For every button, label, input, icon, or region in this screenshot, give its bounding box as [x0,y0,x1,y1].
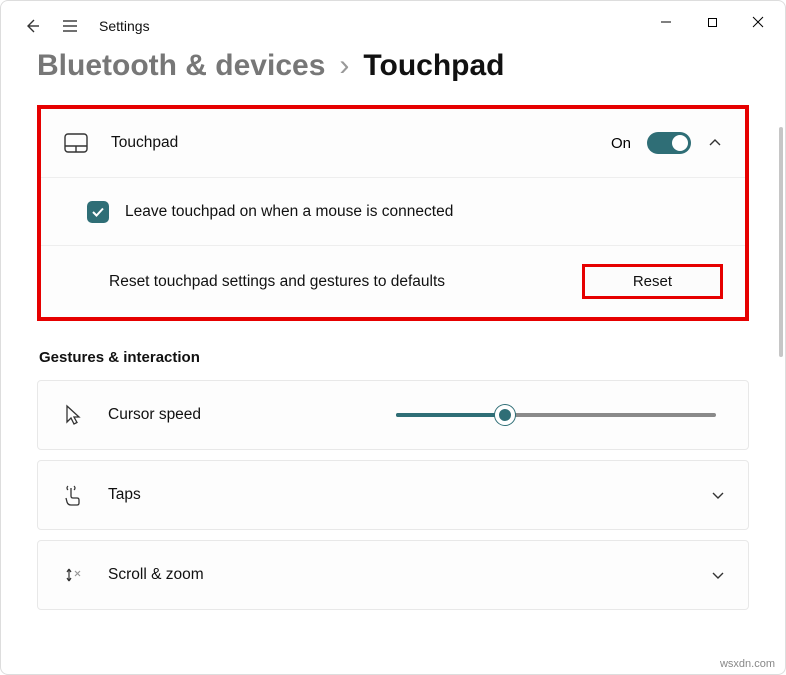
section-title-gestures: Gestures & interaction [39,349,749,366]
cursor-icon [60,404,86,426]
breadcrumb-parent[interactable]: Bluetooth & devices [37,49,325,83]
touchpad-panel-highlight: Touchpad On Leave touchpad on when a mou… [37,105,749,321]
touchpad-icon [63,133,89,153]
cursor-speed-slider[interactable] [396,413,716,417]
touchpad-label: Touchpad [111,134,589,152]
breadcrumb: Bluetooth & devices › Touchpad [1,49,785,95]
chevron-down-icon [710,567,726,583]
taps-label: Taps [108,486,688,504]
maximize-button[interactable] [689,6,735,38]
touchpad-toggle-row[interactable]: Touchpad On [41,109,745,177]
scroll-zoom-label: Scroll & zoom [108,566,688,584]
breadcrumb-current: Touchpad [363,49,504,83]
chevron-down-icon [710,487,726,503]
leave-touchpad-on-row[interactable]: Leave touchpad on when a mouse is connec… [41,177,745,245]
chevron-up-icon[interactable] [707,135,723,151]
leave-on-checkbox[interactable] [87,201,109,223]
cursor-speed-label: Cursor speed [108,406,374,424]
scrollbar[interactable] [779,127,783,357]
scroll-zoom-icon [60,564,86,586]
taps-row[interactable]: Taps [38,461,748,529]
reset-row: Reset touchpad settings and gestures to … [41,245,745,317]
scroll-zoom-row[interactable]: Scroll & zoom [38,541,748,609]
close-button[interactable] [735,6,781,38]
menu-button[interactable] [61,17,79,35]
touchpad-state-text: On [611,135,631,152]
touchpad-toggle[interactable] [647,132,691,154]
watermark: wsxdn.com [720,658,775,670]
breadcrumb-separator: › [339,49,349,83]
tap-icon [60,484,86,506]
app-title: Settings [99,18,150,34]
back-button[interactable] [23,17,41,35]
leave-on-label: Leave touchpad on when a mouse is connec… [125,203,723,221]
minimize-button[interactable] [643,6,689,38]
reset-button[interactable]: Reset [582,264,723,299]
cursor-speed-row[interactable]: Cursor speed [38,381,748,449]
reset-label: Reset touchpad settings and gestures to … [109,273,560,291]
